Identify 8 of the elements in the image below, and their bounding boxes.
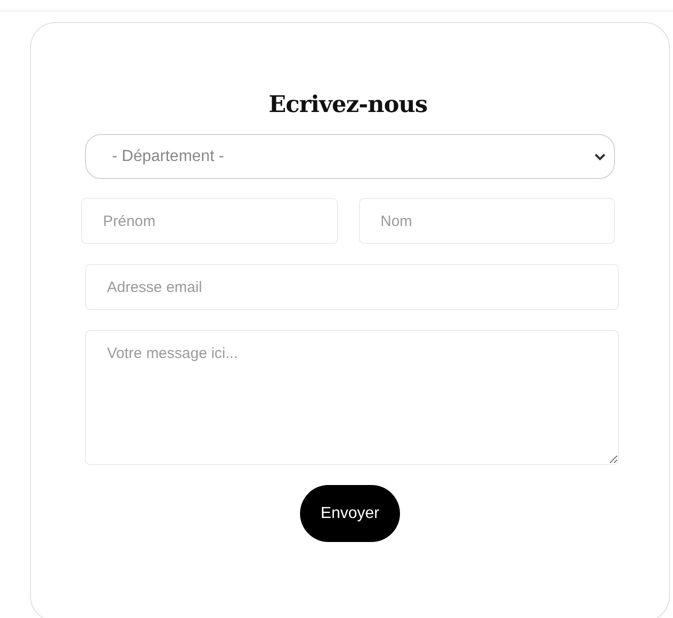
- form-title: Ecrivez-nous: [268, 91, 428, 118]
- chevron-down-icon: [594, 152, 606, 160]
- message-field[interactable]: Votre message ici...: [85, 330, 619, 465]
- send-button[interactable]: Envoyer: [300, 485, 400, 542]
- email-field[interactable]: Adresse email: [85, 264, 619, 310]
- department-select[interactable]: - Département -: [85, 134, 615, 179]
- first-name-field[interactable]: Prénom: [81, 198, 338, 244]
- last-name-field[interactable]: Nom: [358, 198, 615, 244]
